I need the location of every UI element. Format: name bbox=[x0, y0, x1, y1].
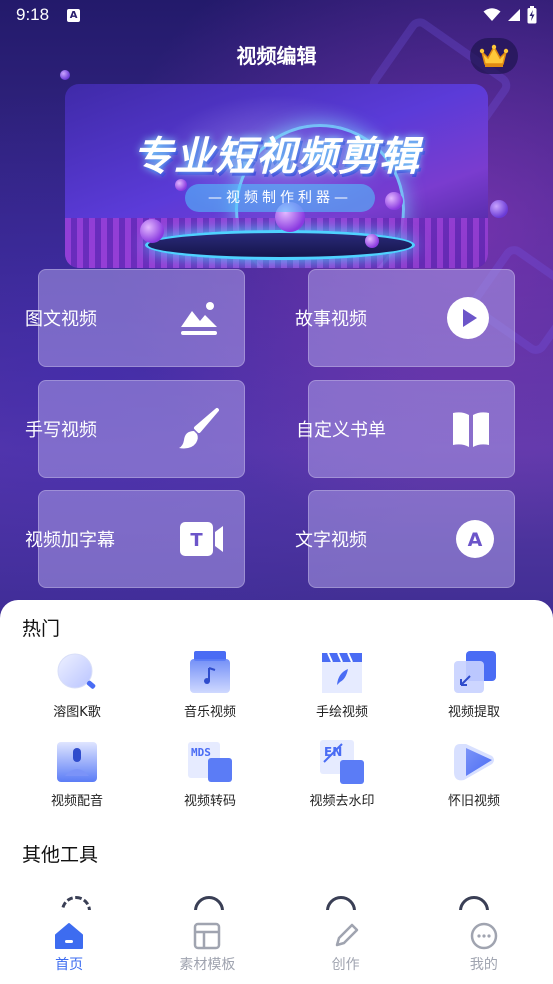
extract-arrow-icon bbox=[452, 651, 496, 695]
play-circle-icon bbox=[444, 294, 492, 342]
tab-label: 首页 bbox=[55, 957, 84, 973]
svg-text:MDS: MDS bbox=[191, 746, 211, 759]
tool-video-dubbing[interactable]: 视频配音 bbox=[22, 740, 132, 809]
card-label: 文字视频 bbox=[295, 530, 367, 551]
banner-ball bbox=[365, 234, 379, 248]
banner-title: 专业短视频剪辑 bbox=[133, 134, 420, 180]
decor-ball bbox=[490, 200, 508, 218]
upload-tool-icon[interactable] bbox=[459, 896, 489, 910]
status-time: 9:18 bbox=[16, 5, 50, 24]
retro-play-icon bbox=[452, 740, 496, 784]
tab-label: 我的 bbox=[469, 957, 498, 973]
svg-text:T: T bbox=[190, 530, 203, 551]
magnifier-blend-icon bbox=[55, 651, 99, 695]
battery-icon bbox=[527, 6, 537, 24]
music-note-icon bbox=[188, 651, 232, 695]
wifi-icon bbox=[483, 8, 501, 21]
tool-label: 视频转码 bbox=[183, 794, 236, 809]
card-label: 图文视频 bbox=[25, 309, 97, 330]
open-book-icon bbox=[447, 405, 495, 453]
tab-create[interactable]: 创作 bbox=[277, 912, 415, 984]
letter-a-icon: A bbox=[451, 515, 499, 563]
home-icon bbox=[55, 923, 84, 949]
status-icons bbox=[483, 6, 537, 24]
dial-tool-icon[interactable] bbox=[61, 896, 91, 910]
tab-label: 素材模板 bbox=[179, 957, 236, 973]
card-label: 故事视频 bbox=[295, 309, 367, 330]
tool-label: 怀旧视频 bbox=[447, 794, 500, 809]
tool-label: 视频配音 bbox=[50, 794, 103, 809]
profile-dots-icon bbox=[470, 922, 498, 950]
template-icon bbox=[194, 922, 221, 950]
remove-watermark-icon: EN bbox=[320, 740, 364, 784]
subtitle-t-icon: T bbox=[178, 515, 226, 563]
tool-music-video[interactable]: 音乐视频 bbox=[155, 651, 265, 720]
tab-home[interactable]: 首页 bbox=[0, 912, 138, 984]
tool-video-transcode[interactable]: MDS 视频转码 bbox=[155, 740, 265, 809]
clapper-feather-icon bbox=[320, 651, 364, 695]
banner-ball bbox=[385, 192, 403, 210]
decor-ball bbox=[60, 70, 70, 80]
section-title-hot: 热门 bbox=[22, 618, 61, 640]
vip-crown-button[interactable] bbox=[470, 38, 518, 74]
tool-handdrawn-video[interactable]: 手绘视频 bbox=[287, 651, 397, 720]
tool-label: 音乐视频 bbox=[183, 705, 236, 720]
section-title-other-tools: 其他工具 bbox=[22, 844, 99, 866]
status-bar: 9:18 A bbox=[0, 0, 553, 30]
image-mountain-icon bbox=[175, 294, 223, 342]
notification-a-icon: A bbox=[67, 8, 81, 22]
mp4-transcode-icon: MDS bbox=[188, 740, 232, 784]
tool-video-extract[interactable]: 视频提取 bbox=[419, 651, 529, 720]
pencil-icon bbox=[335, 923, 358, 947]
half-circle-tool-icon[interactable] bbox=[194, 896, 224, 910]
bars-tool-icon[interactable] bbox=[326, 896, 356, 910]
microphone-icon bbox=[55, 740, 99, 784]
tool-blend-karaoke[interactable]: 溶图K歌 bbox=[22, 651, 132, 720]
tool-label: 手绘视频 bbox=[315, 705, 368, 720]
tool-label: 溶图K歌 bbox=[53, 705, 101, 720]
tab-label: 创作 bbox=[331, 957, 360, 973]
signal-icon bbox=[508, 9, 520, 21]
tab-profile[interactable]: 我的 bbox=[415, 912, 553, 984]
card-label: 自定义书单 bbox=[296, 420, 386, 441]
paintbrush-icon bbox=[175, 405, 223, 453]
banner-ball bbox=[140, 219, 164, 243]
tab-templates[interactable]: 素材模板 bbox=[138, 912, 276, 984]
tool-label: 视频提取 bbox=[447, 705, 500, 720]
crown-icon bbox=[479, 44, 509, 67]
promo-banner[interactable]: 专业短视频剪辑 —视频制作利器— bbox=[65, 84, 488, 268]
bottom-tab-bar: 首页 素材模板 创作 我的 bbox=[0, 912, 553, 984]
tool-label: 视频去水印 bbox=[309, 794, 375, 809]
tool-remove-watermark[interactable]: EN 视频去水印 bbox=[287, 740, 397, 809]
card-label: 手写视频 bbox=[25, 420, 97, 441]
tool-retro-video[interactable]: 怀旧视频 bbox=[419, 740, 529, 809]
card-label: 视频加字幕 bbox=[25, 530, 115, 551]
svg-text:A: A bbox=[468, 529, 483, 551]
banner-subtitle: —视频制作利器— bbox=[185, 184, 375, 212]
